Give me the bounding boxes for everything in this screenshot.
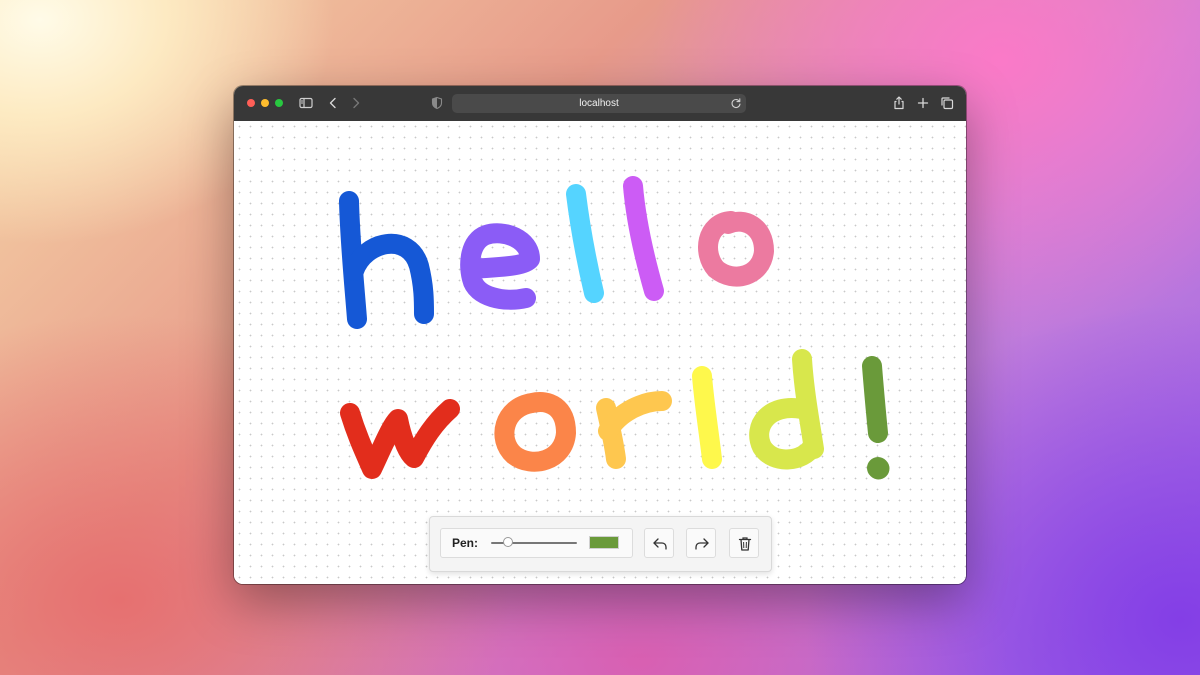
zoom-window-button[interactable] (275, 99, 283, 107)
trash-icon (738, 537, 752, 551)
stroke-exclamation (862, 356, 890, 480)
stroke-letter-r (596, 391, 672, 469)
stroke-letter-l1 (566, 184, 604, 303)
address-bar[interactable]: localhost (452, 94, 746, 113)
sidebar-toggle-icon[interactable] (298, 95, 314, 111)
browser-titlebar: localhost (234, 86, 966, 121)
share-icon[interactable] (891, 95, 907, 111)
undo-button[interactable] (644, 528, 674, 558)
stroke-letter-o2 (494, 392, 576, 472)
stroke-letter-d (749, 349, 824, 470)
pen-size-slider-thumb[interactable] (503, 537, 514, 547)
redo-button[interactable] (686, 528, 716, 558)
stroke-letter-h (339, 191, 434, 329)
drawing-toolbar: Pen: (429, 516, 772, 572)
stroke-exclamation-dot (867, 457, 890, 480)
stroke-letter-l3 (692, 366, 722, 469)
address-text: localhost (579, 98, 619, 109)
browser-window: localhost Pen: (234, 86, 966, 584)
pen-color-swatch[interactable] (589, 536, 619, 549)
privacy-shield-icon[interactable] (429, 95, 445, 111)
close-window-button[interactable] (247, 99, 255, 107)
drawing-canvas[interactable]: Pen: (234, 121, 966, 584)
stroke-letter-e (460, 223, 540, 310)
redo-icon (695, 538, 709, 550)
stroke-exclamation-bar (862, 356, 888, 443)
pen-label: Pen: (452, 536, 479, 550)
new-tab-plus-icon[interactable] (915, 95, 931, 111)
clear-canvas-button[interactable] (729, 528, 759, 558)
pen-settings: Pen: (440, 528, 633, 558)
tab-overview-icon[interactable] (939, 95, 955, 111)
stroke-letter-w (340, 399, 460, 479)
stroke-letter-o1 (698, 211, 774, 287)
forward-arrow-icon[interactable] (348, 95, 364, 111)
back-arrow-icon[interactable] (325, 95, 341, 111)
stroke-r-arm (598, 391, 672, 441)
reload-icon[interactable] (729, 96, 743, 110)
drawing-layer (339, 176, 890, 480)
undo-icon (653, 538, 667, 550)
stroke-letter-l2 (623, 176, 664, 301)
minimize-window-button[interactable] (261, 99, 269, 107)
